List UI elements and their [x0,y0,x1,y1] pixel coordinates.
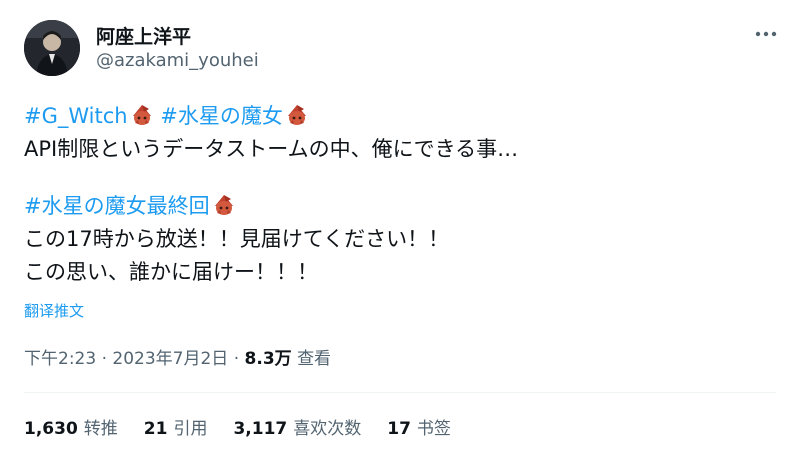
tweet-date[interactable]: 2023年7月2日 [112,349,228,369]
meta-separator: · [233,349,240,369]
likes-stat[interactable]: 3,117 喜欢次数 [233,414,361,439]
meta-separator: · [101,349,107,369]
bookmarks-label: 书签 [416,419,451,439]
translate-tweet-link[interactable]: 翻译推文 [24,300,84,321]
tweet-line: #G_Witch #水星の魔女 [24,100,764,133]
witch-emoji-icon [212,193,236,217]
tweet-line: この思い、誰かに届けー！！！ [24,260,318,284]
quotes-count: 21 [143,419,168,439]
tweet-line: #水星の魔女最終回 [24,190,764,223]
tweet-time[interactable]: 下午2:23 [24,349,96,369]
quotes-label: 引用 [173,419,208,439]
author-handle[interactable]: @azakami_youhei [96,50,259,71]
quotes-stat[interactable]: 21 引用 [144,414,208,439]
hashtag-suisei-no-majo[interactable]: #水星の魔女 [160,104,283,128]
tweet-line: この17時から放送！！見届けてください！！ [24,227,450,251]
views-label: 查看 [297,349,332,369]
more-horizontal-icon[interactable] [752,22,780,46]
tweet-card: 阿座上洋平 @azakami_youhei #G_Witch #水星の魔女 AP… [0,0,800,455]
retweets-stat[interactable]: 1,630 转推 [24,414,118,439]
engagement-stats: 1,630 转推 21 引用 3,117 喜欢次数 17 书签 [24,414,451,439]
witch-emoji-icon [285,103,309,127]
bookmarks-stat[interactable]: 17 书签 [387,414,451,439]
author-name[interactable]: 阿座上洋平 [96,22,191,49]
likes-label: 喜欢次数 [293,419,362,439]
retweets-label: 转推 [83,419,118,439]
hashtag-final-episode[interactable]: #水星の魔女最終回 [24,194,210,218]
bookmarks-count: 17 [387,419,411,439]
likes-count: 3,117 [233,419,288,439]
tweet-text: #G_Witch #水星の魔女 API制限というデータストームの中、俺にできる事… [24,100,764,289]
hashtag-g-witch[interactable]: #G_Witch [24,104,128,128]
divider [24,392,776,393]
views-count: 8.3万 [244,349,292,369]
tweet-meta: 下午2:23 · 2023年7月2日 · 8.3万 查看 [24,344,331,369]
avatar[interactable] [24,20,80,76]
tweet-line: API制限というデータストームの中、俺にできる事… [24,137,519,161]
retweets-count: 1,630 [24,419,78,439]
witch-emoji-icon [130,103,154,127]
